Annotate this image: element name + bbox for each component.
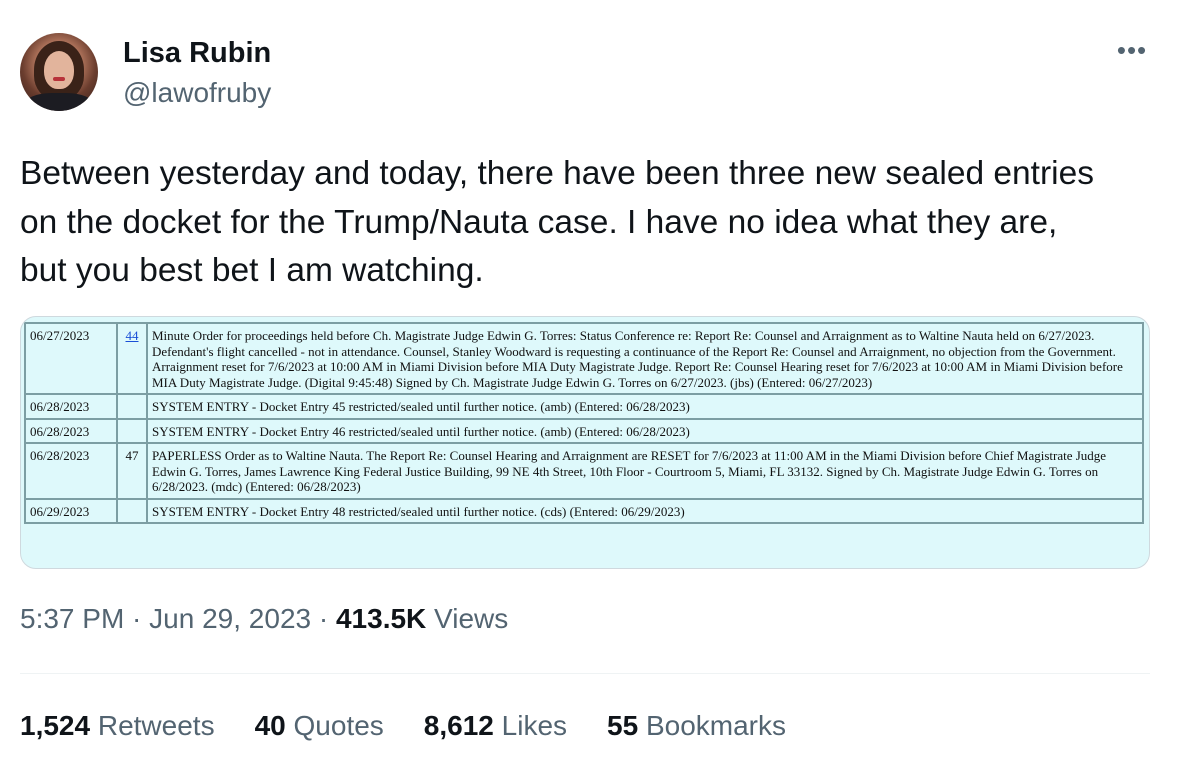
- docket-text: SYSTEM ENTRY - Docket Entry 48 restricte…: [147, 498, 1143, 523]
- more-options-icon[interactable]: •••: [1114, 35, 1150, 65]
- docket-number: [117, 418, 147, 443]
- docket-row: 06/27/2023 44 Minute Order for proceedin…: [25, 323, 1143, 394]
- docket-date: 06/27/2023: [25, 323, 117, 394]
- tweet-meta: 5:37 PM · Jun 29, 2023 · 413.5K Views: [20, 603, 508, 635]
- separator: ·: [311, 603, 336, 634]
- tweet-date[interactable]: Jun 29, 2023: [149, 603, 311, 634]
- avatar-shoulder: [24, 93, 94, 111]
- avatar[interactable]: [20, 33, 98, 111]
- quotes-count: 40: [254, 710, 286, 741]
- docket-row: 06/28/2023 SYSTEM ENTRY - Docket Entry 4…: [25, 418, 1143, 443]
- retweets-count: 1,524: [20, 710, 91, 741]
- docket-date: 06/28/2023: [25, 394, 117, 419]
- views-count: 413.5K: [335, 603, 427, 634]
- docket-row: 06/28/2023 47 PAPERLESS Order as to Walt…: [25, 443, 1143, 499]
- tweet-line: but you best bet I am watching.: [20, 252, 484, 289]
- author-name[interactable]: Lisa Rubin: [123, 37, 271, 70]
- docket-row: 06/29/2023 SYSTEM ENTRY - Docket Entry 4…: [25, 498, 1143, 523]
- docket-number: [117, 498, 147, 523]
- docket-text: SYSTEM ENTRY - Docket Entry 45 restricte…: [147, 394, 1143, 419]
- attached-image[interactable]: 06/27/2023 44 Minute Order for proceedin…: [20, 316, 1150, 569]
- retweets-stat[interactable]: 1,524 Retweets: [20, 710, 215, 742]
- bookmarks-label: Bookmarks: [638, 710, 787, 741]
- tweet-line: on the docket for the Trump/Nauta case. …: [20, 203, 1058, 241]
- quotes-label: Quotes: [285, 710, 384, 741]
- likes-label: Likes: [493, 710, 568, 741]
- tweet-text: Between yesterday and today, there have …: [20, 150, 1160, 296]
- docket-number: 47: [117, 443, 147, 499]
- retweets-label: Retweets: [90, 710, 215, 741]
- likes-count: 8,612: [423, 710, 494, 741]
- docket-number: 44: [117, 323, 147, 394]
- tweet-time[interactable]: 5:37 PM: [20, 603, 124, 634]
- docket-text: SYSTEM ENTRY - Docket Entry 46 restricte…: [147, 418, 1143, 443]
- separator: ·: [124, 603, 150, 634]
- docket-text: PAPERLESS Order as to Waltine Nauta. The…: [147, 443, 1143, 499]
- views-label: Views: [426, 603, 509, 634]
- docket-date: 06/28/2023: [25, 443, 117, 499]
- avatar-face: [44, 51, 74, 89]
- divider: [20, 673, 1150, 674]
- docket-table: 06/27/2023 44 Minute Order for proceedin…: [24, 322, 1144, 524]
- bookmarks-count: 55: [607, 710, 639, 741]
- bookmarks-stat[interactable]: 55 Bookmarks: [607, 710, 786, 742]
- author-handle[interactable]: @lawofruby: [123, 77, 271, 109]
- likes-stat[interactable]: 8,612 Likes: [424, 710, 567, 742]
- quotes-stat[interactable]: 40 Quotes: [255, 710, 384, 742]
- avatar-lips: [53, 77, 65, 81]
- docket-date: 06/29/2023: [25, 498, 117, 523]
- docket-number-link[interactable]: 44: [126, 328, 139, 343]
- docket-text: Minute Order for proceedings held before…: [147, 323, 1143, 394]
- docket-number: [117, 394, 147, 419]
- tweet-line: Between yesterday and today, there have …: [20, 155, 1094, 192]
- engagement-stats: 1,524 Retweets 40 Quotes 8,612 Likes 55 …: [20, 710, 826, 742]
- docket-row: 06/28/2023 SYSTEM ENTRY - Docket Entry 4…: [25, 394, 1143, 419]
- docket-date: 06/28/2023: [25, 418, 117, 443]
